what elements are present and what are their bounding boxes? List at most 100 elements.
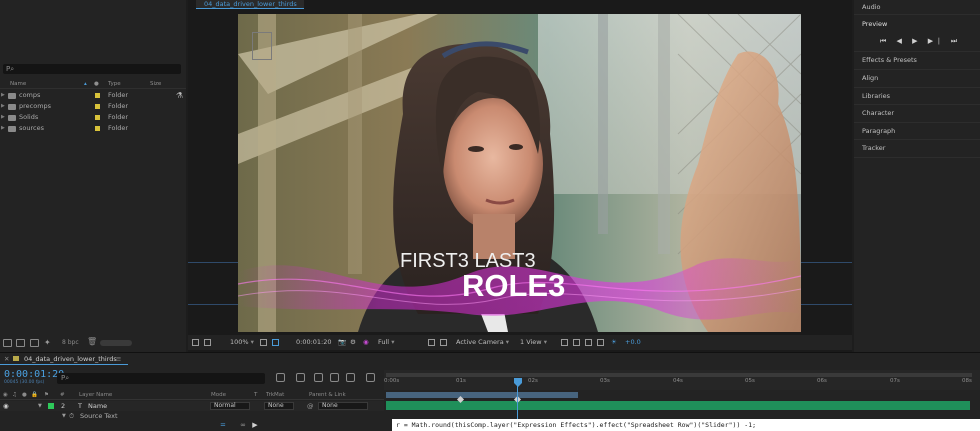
video-switch-icon[interactable]: ◉ — [3, 391, 8, 400]
panel-align[interactable]: Align — [862, 74, 878, 82]
column-number[interactable]: # — [60, 391, 65, 400]
expand-icon[interactable]: ▼ — [62, 411, 66, 421]
column-parent[interactable]: Parent & Link — [309, 391, 346, 400]
stopwatch-icon[interactable]: ⏱ — [69, 411, 74, 421]
audio-switch-icon[interactable]: ♫ — [12, 391, 17, 400]
property-row[interactable]: ▼ ⏱ Source Text — [0, 411, 384, 421]
mask-visibility-icon[interactable] — [204, 339, 211, 346]
flowchart-view-icon[interactable] — [597, 339, 604, 346]
motion-blur-icon[interactable] — [346, 373, 355, 382]
graph-editor-icon[interactable] — [366, 373, 375, 382]
panel-menu-icon[interactable]: ≡ — [116, 353, 121, 365]
trash-icon[interactable]: 🗑 — [87, 337, 97, 346]
expression-editor[interactable]: r = Math.round(thisComp.layer("Expressio… — [392, 419, 980, 431]
layer-label-swatch[interactable] — [48, 403, 54, 409]
panel-libraries[interactable]: Libraries — [862, 92, 890, 100]
tab-composition[interactable]: 04_data_driven_lower_thirds — [196, 0, 304, 9]
panel-character[interactable]: Character — [862, 109, 894, 117]
flowchart-icon[interactable]: ⚗ — [176, 91, 183, 100]
toggle-pixel-aspect-icon[interactable] — [561, 339, 568, 346]
parent-dropdown[interactable]: None — [318, 402, 368, 410]
viewer-timecode[interactable]: 0:00:01:20 — [296, 335, 332, 350]
views-dropdown[interactable]: 1 View — [520, 335, 547, 350]
reset-exposure-icon[interactable]: ☀ — [611, 335, 617, 350]
project-item[interactable]: ▶ sources Folder — [0, 123, 186, 134]
current-time-display[interactable]: 0:00:01:20 — [4, 369, 64, 380]
column-mode[interactable]: Mode — [211, 391, 226, 400]
label-swatch[interactable] — [95, 93, 100, 98]
panel-paragraph[interactable]: Paragraph — [862, 127, 895, 135]
project-item[interactable]: ▶ comps Folder — [0, 90, 186, 101]
label-column-icon[interactable]: ⚑ — [44, 391, 49, 400]
project-settings-icon[interactable]: ✦ — [44, 338, 51, 347]
eye-icon[interactable]: ◉ — [3, 401, 9, 411]
snapshot-icon[interactable]: 📷 — [338, 335, 346, 350]
preview-range-bar[interactable] — [386, 392, 578, 398]
exposure-value[interactable]: +0.0 — [625, 335, 641, 350]
frame-blending-icon[interactable] — [330, 373, 339, 382]
composition-mini-flowchart-icon[interactable] — [276, 373, 285, 382]
expand-icon[interactable]: ▶ — [1, 123, 5, 134]
fast-previews-icon[interactable] — [573, 339, 580, 346]
expression-language-menu-icon[interactable]: ▶ — [252, 421, 257, 429]
safe-margins-icon[interactable] — [272, 339, 279, 346]
project-item[interactable]: ▶ Solids Folder — [0, 112, 186, 123]
label-column-icon[interactable]: ● — [94, 80, 99, 89]
column-layer-name[interactable]: Layer Name — [79, 391, 112, 400]
work-area-bar[interactable] — [386, 373, 972, 377]
grid-icon[interactable] — [260, 339, 267, 346]
zoom-dropdown[interactable]: 100% — [230, 335, 254, 350]
panel-audio[interactable]: Audio — [862, 3, 880, 11]
panel-effects-presets[interactable]: Effects & Presets — [862, 56, 917, 64]
sort-arrow-icon[interactable]: ▴ — [84, 80, 87, 89]
new-folder-icon[interactable] — [16, 339, 25, 347]
panel-tracker[interactable]: Tracker — [862, 144, 885, 152]
tab-timeline[interactable]: ✕ 04_data_driven_lower_thirds ≡ — [0, 353, 128, 365]
layer-name[interactable]: Name — [88, 401, 107, 411]
expand-icon[interactable]: ▶ — [1, 112, 5, 123]
new-composition-icon[interactable] — [30, 339, 39, 347]
panel-preview[interactable]: Preview — [862, 20, 887, 28]
column-track-matte-t[interactable]: T — [254, 391, 257, 400]
label-swatch[interactable] — [95, 104, 100, 109]
expand-icon[interactable]: ▶ — [1, 101, 5, 112]
bit-depth-button[interactable]: 8 bpc — [62, 339, 79, 346]
column-type[interactable]: Type — [108, 80, 121, 89]
project-search-input[interactable]: P⌕ — [3, 64, 181, 74]
timeline-icon[interactable] — [585, 339, 592, 346]
always-preview-icon[interactable] — [192, 339, 199, 346]
pick-whip-icon[interactable]: @ — [307, 401, 314, 411]
solo-switch-icon[interactable]: ● — [22, 391, 27, 400]
expand-icon[interactable]: ▶ — [1, 90, 5, 101]
preview-controls[interactable]: ⏮ ◀ ▶ ▶∣ ⏭ — [880, 37, 961, 46]
lower-third-role-text[interactable]: ROLE3 — [462, 268, 565, 304]
expand-icon[interactable]: ▼ — [38, 401, 42, 411]
lock-switch-icon[interactable]: 🔒 — [31, 391, 38, 400]
layer-row[interactable]: ◉ ▼ 2 T Name Normal None @ None — [0, 401, 384, 411]
interpret-footage-icon[interactable] — [3, 339, 12, 347]
show-snapshot-icon[interactable]: ⚙ — [350, 335, 356, 350]
draft-3d-icon[interactable] — [296, 373, 305, 382]
expression-graph-icon[interactable]: ∞ — [240, 421, 246, 429]
label-swatch[interactable] — [95, 115, 100, 120]
column-trkmat[interactable]: TrkMat — [266, 391, 284, 400]
expression-enable-icon[interactable]: = — [220, 421, 226, 429]
region-of-interest-icon[interactable] — [428, 339, 435, 346]
track-matte-dropdown[interactable]: None — [264, 402, 294, 410]
transparency-grid-icon[interactable] — [440, 339, 447, 346]
shy-layers-icon[interactable] — [314, 373, 323, 382]
close-tab-icon[interactable]: ✕ — [4, 353, 9, 365]
column-name[interactable]: Name — [10, 80, 26, 89]
project-item[interactable]: ▶ precomps Folder — [0, 101, 186, 112]
source-text-property[interactable]: Source Text — [80, 411, 118, 421]
column-size[interactable]: Size — [150, 80, 161, 89]
blend-mode-dropdown[interactable]: Normal — [210, 402, 250, 410]
color-channel-icon[interactable]: ◉ — [363, 335, 369, 350]
label-swatch[interactable] — [95, 126, 100, 131]
layer-duration-bar[interactable] — [386, 401, 970, 410]
thumbnail-slider[interactable] — [100, 340, 132, 346]
region-of-interest[interactable] — [252, 32, 272, 60]
camera-dropdown[interactable]: Active Camera — [456, 335, 509, 350]
resolution-dropdown[interactable]: Full — [378, 335, 394, 350]
timeline-search-input[interactable]: P⌕ — [57, 373, 265, 384]
